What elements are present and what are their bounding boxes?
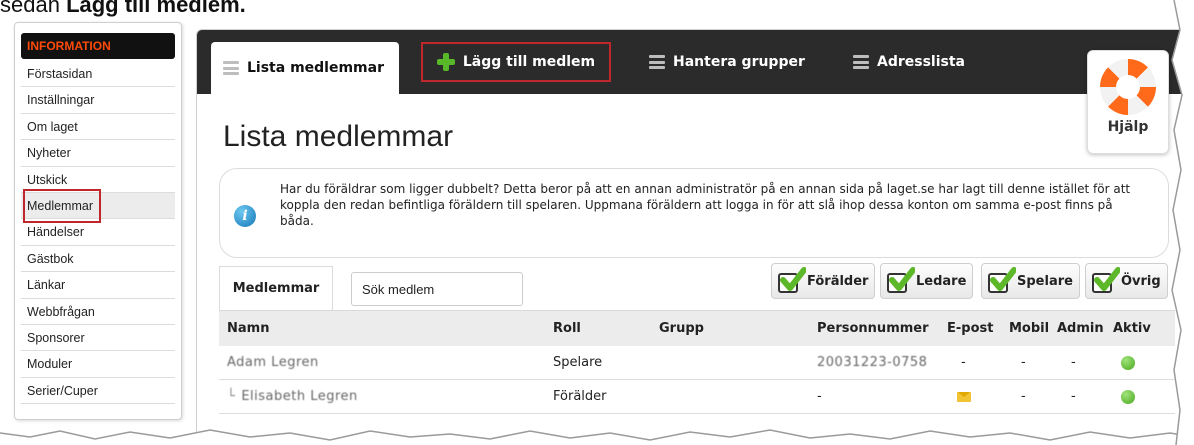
col-header-aktiv: Aktiv — [1113, 321, 1151, 336]
search-input[interactable]: Sök medlem — [351, 272, 523, 306]
caption-bold: Lägg till medlem. — [66, 0, 246, 17]
filter-foralder-button[interactable]: Förälder — [771, 263, 876, 299]
checkbox-icon — [776, 267, 806, 295]
tab-adresslista[interactable]: Adresslista — [853, 42, 965, 82]
sidebar-header: INFORMATION — [21, 33, 175, 59]
info-icon: i — [234, 205, 256, 227]
cell-ssn: 20031223-0758 — [817, 355, 928, 370]
cell-role: Spelare — [553, 355, 603, 370]
sidebar-item-forstasidan[interactable]: Förstasidan — [21, 61, 175, 88]
tab-medlemmar[interactable]: Medlemmar — [219, 266, 333, 310]
table-row[interactable]: └ Elisabeth Legren Förälder - - - — [219, 380, 1175, 414]
sidebar-item-serier-cuper[interactable]: Serier/Cuper — [21, 378, 175, 405]
col-header-epost: E-post — [947, 321, 994, 336]
table-row[interactable]: Adam Legren Spelare 20031223-0758 - - - — [219, 346, 1175, 380]
sidebar-menu: Förstasidan Inställningar Om laget Nyhet… — [21, 61, 175, 405]
envelope-icon[interactable] — [957, 391, 971, 402]
help-label: Hjälp — [1107, 119, 1149, 135]
filter-spelare-label: Spelare — [1017, 273, 1073, 289]
search-input-value: Sök medlem — [362, 281, 435, 297]
filter-ledare-label: Ledare — [916, 273, 967, 289]
cell-admin: - — [1071, 389, 1076, 404]
tab-adresslista-label: Adresslista — [877, 54, 965, 70]
sidebar-item-nyheter[interactable]: Nyheter — [21, 140, 175, 167]
checkbox-icon — [885, 267, 915, 295]
tree-branch-icon: └ — [227, 389, 236, 404]
status-dot-icon — [1121, 355, 1135, 370]
filter-spelare-button[interactable]: Spelare — [981, 263, 1080, 299]
tab-hantera-grupper-label: Hantera grupper — [673, 54, 805, 70]
cell-mobile: - — [1021, 355, 1026, 370]
cell-active — [1121, 380, 1135, 413]
cell-email: - — [961, 355, 966, 370]
sidebar-item-gastbok[interactable]: Gästbok — [21, 246, 175, 273]
list-icon — [223, 61, 239, 75]
col-header-mobil: Mobil — [1009, 321, 1050, 336]
list-icon — [853, 55, 869, 69]
cell-name-text: Elisabeth Legren — [241, 389, 358, 404]
status-dot-icon — [1121, 389, 1135, 404]
col-header-admin: Admin — [1057, 321, 1104, 336]
checkbox-icon — [986, 267, 1016, 295]
checkbox-icon — [1090, 267, 1120, 295]
cell-email[interactable] — [957, 380, 971, 413]
tab-bar: Lista medlemmar Lägg till medlem Hantera… — [197, 30, 1194, 94]
tab-lista-medlemmar-label: Lista medlemmar — [247, 60, 384, 76]
sidebar: INFORMATION Förstasidan Inställningar Om… — [14, 22, 182, 420]
tab-lagg-till-medlem-label: Lägg till medlem — [462, 54, 596, 70]
col-header-personnummer[interactable]: Personnummer — [817, 311, 929, 346]
plus-icon — [436, 53, 455, 71]
main-panel: Lista medlemmar Lägg till medlem Hantera… — [196, 29, 1194, 445]
table-header: Namn Roll Grupp Personnummer E-post Mobi… — [219, 310, 1175, 346]
help-button[interactable]: Hjälp — [1087, 50, 1169, 154]
sidebar-item-webbfragan[interactable]: Webbfrågan — [21, 299, 175, 325]
sidebar-item-sponsorer[interactable]: Sponsorer — [21, 325, 175, 352]
list-icon — [649, 55, 665, 69]
torn-edge-right — [1171, 0, 1194, 445]
col-header-grupp[interactable]: Grupp — [659, 311, 704, 346]
filter-ovrig-label: Övrig — [1121, 273, 1161, 289]
col-header-namn[interactable]: Namn — [227, 311, 269, 346]
sidebar-item-handelser[interactable]: Händelser — [21, 219, 175, 246]
cell-name[interactable]: └ Elisabeth Legren — [227, 380, 358, 413]
filter-foralder-label: Förälder — [807, 273, 869, 289]
torn-edge-bottom — [0, 429, 1194, 445]
page-title: Lista medlemmar — [223, 120, 454, 153]
filter-ovrig-button[interactable]: Övrig — [1085, 263, 1168, 299]
cell-active — [1121, 346, 1135, 379]
filter-ledare-button[interactable]: Ledare — [880, 263, 974, 299]
sidebar-item-moduler[interactable]: Moduler — [21, 351, 175, 378]
tab-lagg-till-medlem[interactable]: Lägg till medlem — [421, 42, 611, 82]
sidebar-item-utskick[interactable]: Utskick — [21, 167, 175, 193]
tab-hantera-grupper[interactable]: Hantera grupper — [649, 42, 805, 82]
tab-lista-medlemmar[interactable]: Lista medlemmar — [211, 42, 399, 94]
caption-prefix: sedan — [0, 0, 67, 17]
info-text: Har du föräldrar som ligger dubbelt? Det… — [280, 182, 1131, 228]
cell-name[interactable]: Adam Legren — [227, 346, 319, 379]
cell-role: Förälder — [553, 389, 607, 404]
info-box: i Har du föräldrar som ligger dubbelt? D… — [219, 168, 1169, 258]
lifebuoy-icon — [1100, 59, 1156, 115]
sidebar-item-medlemmar-label: Medlemmar — [23, 188, 101, 223]
caption-text: sedan Lägg till medlem. — [0, 0, 246, 18]
sidebar-item-lankar[interactable]: Länkar — [21, 272, 175, 299]
cell-mobile: - — [1021, 389, 1026, 404]
sidebar-item-om-laget[interactable]: Om laget — [21, 114, 175, 141]
sidebar-item-medlemmar[interactable]: Medlemmar — [21, 188, 175, 223]
col-header-roll[interactable]: Roll — [553, 311, 581, 346]
cell-admin: - — [1071, 355, 1076, 370]
sidebar-item-installningar[interactable]: Inställningar — [21, 87, 175, 114]
cell-ssn: - — [817, 389, 822, 404]
